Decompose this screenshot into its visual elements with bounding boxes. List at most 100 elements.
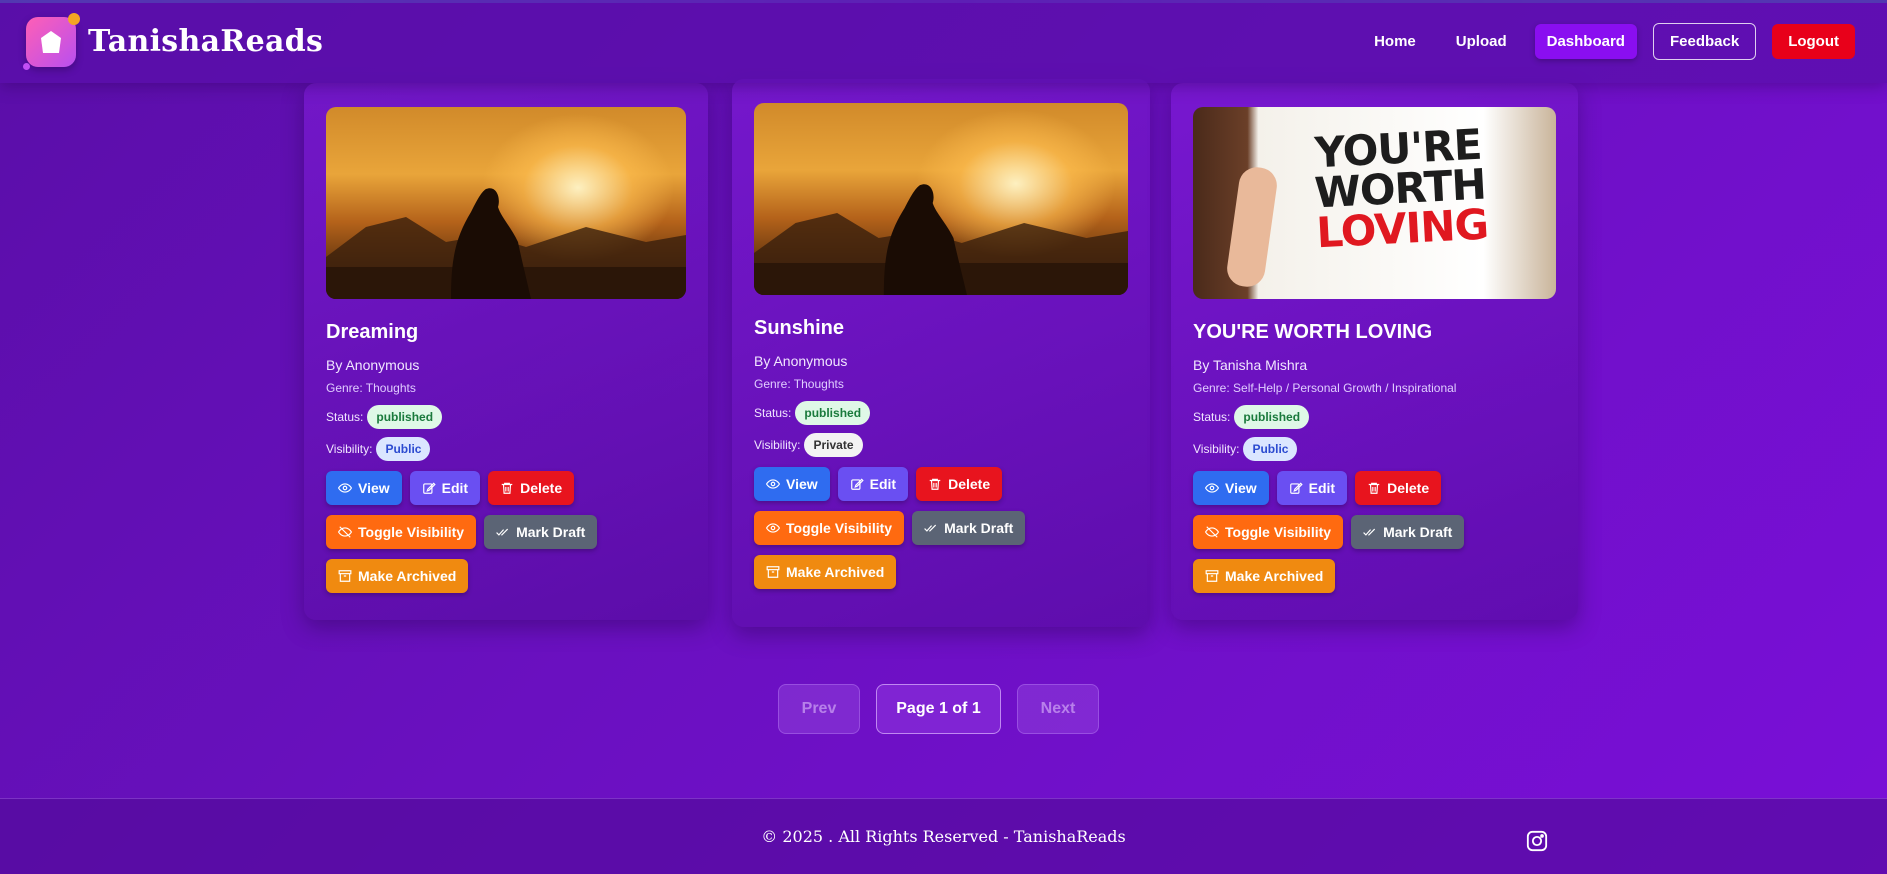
trash-icon [1368,482,1380,494]
double-check-icon [496,528,509,536]
poster-text: YOU'RE WORTH LOVING [1313,119,1489,258]
story-thumbnail[interactable] [326,107,686,299]
instagram-icon[interactable] [1526,830,1548,852]
visibility-label: Visibility: [326,442,373,456]
toggle-visibility-button[interactable]: Toggle Visibility [326,515,477,549]
edit-button[interactable]: Edit [1276,471,1348,505]
double-check-icon [1363,528,1376,536]
view-button[interactable]: View [1193,471,1269,505]
story-title[interactable]: Sunshine [754,317,1128,340]
delete-label: Delete [520,480,563,496]
prev-page-button[interactable]: Prev [778,684,860,734]
logo-icon [23,12,80,70]
status-label: Status: [754,406,792,420]
eye-icon [1205,483,1219,493]
story-title[interactable]: YOU'RE WORTH LOVING [1193,321,1556,344]
brand[interactable]: TanishaReads [23,12,324,70]
delete-button[interactable]: Delete [488,471,575,505]
status-badge: published [795,401,871,425]
nav-upload[interactable]: Upload [1444,24,1519,59]
nav-feedback[interactable]: Feedback [1652,23,1757,60]
visibility-row: Visibility: Public [326,437,686,461]
delete-button[interactable]: Delete [916,467,1003,501]
visibility-label: Visibility: [1193,442,1240,456]
story-thumbnail[interactable] [754,103,1128,295]
story-card: YOU'RE WORTH LOVING YOU'RE WORTH LOVING … [1171,83,1578,620]
pencil-icon [422,482,436,494]
view-button[interactable]: View [754,467,830,501]
trash-icon [929,478,941,490]
make-archived-label: Make Archived [1225,568,1324,584]
make-archived-button[interactable]: Make Archived [326,559,469,593]
status-row: Status: published [1193,405,1556,429]
pencil-icon [850,478,864,490]
toggle-visibility-button[interactable]: Toggle Visibility [1193,515,1344,549]
visibility-row: Visibility: Private [754,433,1128,457]
toggle-visibility-label: Toggle Visibility [786,520,893,536]
mark-draft-label: Mark Draft [1383,524,1453,540]
story-title[interactable]: Dreaming [326,321,686,344]
eye-icon [766,479,780,489]
make-archived-button[interactable]: Make Archived [1193,559,1336,593]
delete-button[interactable]: Delete [1355,471,1442,505]
make-archived-label: Make Archived [786,564,885,580]
view-label: View [358,480,390,496]
nav-dashboard[interactable]: Dashboard [1534,24,1637,59]
story-author: By Tanisha Mishra [1193,357,1308,373]
mark-draft-button[interactable]: Mark Draft [1351,515,1465,549]
story-card: Sunshine By Anonymous Genre: Thoughts St… [732,79,1150,627]
visibility-badge: Public [376,437,431,461]
story-author: By Anonymous [326,357,420,373]
archive-icon [1205,570,1219,582]
edit-button[interactable]: Edit [409,471,481,505]
edit-label: Edit [441,480,469,496]
eye-icon [338,483,352,493]
status-row: Status: published [326,405,686,429]
view-button[interactable]: View [326,471,402,505]
view-label: View [1225,480,1257,496]
delete-label: Delete [1387,480,1430,496]
edit-label: Edit [1308,480,1336,496]
visibility-row: Visibility: Public [1193,437,1556,461]
site-footer: © 2025 . All Rights Reserved - TanishaRe… [0,798,1887,874]
double-check-icon [924,524,937,532]
view-label: View [786,476,818,492]
main-nav: Home Upload Dashboard Feedback Logout [1362,23,1855,60]
story-card: Dreaming By Anonymous Genre: Thoughts St… [304,83,708,620]
edit-label: Edit [869,476,897,492]
mark-draft-label: Mark Draft [516,524,586,540]
nav-home[interactable]: Home [1362,24,1428,59]
pencil-icon [1289,482,1303,494]
status-label: Status: [326,410,364,424]
mark-draft-button[interactable]: Mark Draft [484,515,598,549]
status-label: Status: [1193,410,1231,424]
archive-icon [338,570,352,582]
page-indicator: Page 1 of 1 [876,684,1001,734]
next-page-button[interactable]: Next [1017,684,1099,734]
brand-name: TanishaReads [88,24,324,59]
story-genre: Genre: Thoughts [326,381,416,395]
status-badge: published [367,405,443,429]
mark-draft-label: Mark Draft [944,520,1014,536]
status-row: Status: published [754,401,1128,425]
edit-button[interactable]: Edit [837,467,909,501]
make-archived-button[interactable]: Make Archived [754,555,897,589]
pagination: Prev Page 1 of 1 Next [778,684,1099,734]
visibility-label: Visibility: [754,438,801,452]
story-author: By Anonymous [754,353,848,369]
toggle-visibility-button[interactable]: Toggle Visibility [754,511,905,545]
story-thumbnail[interactable]: YOU'RE WORTH LOVING [1193,107,1556,299]
visibility-badge: Private [804,433,863,457]
eye-off-icon [338,526,352,538]
delete-label: Delete [948,476,991,492]
story-cards: Dreaming By Anonymous Genre: Thoughts St… [0,79,1887,643]
archive-icon [766,566,780,578]
visibility-badge: Public [1243,437,1298,461]
copyright-text: © 2025 . All Rights Reserved - TanishaRe… [761,827,1126,846]
logout-button[interactable]: Logout [1772,24,1855,59]
eye-icon [766,523,780,533]
story-genre: Genre: Thoughts [754,377,844,391]
trash-icon [501,482,513,494]
status-badge: published [1234,405,1310,429]
mark-draft-button[interactable]: Mark Draft [912,511,1026,545]
